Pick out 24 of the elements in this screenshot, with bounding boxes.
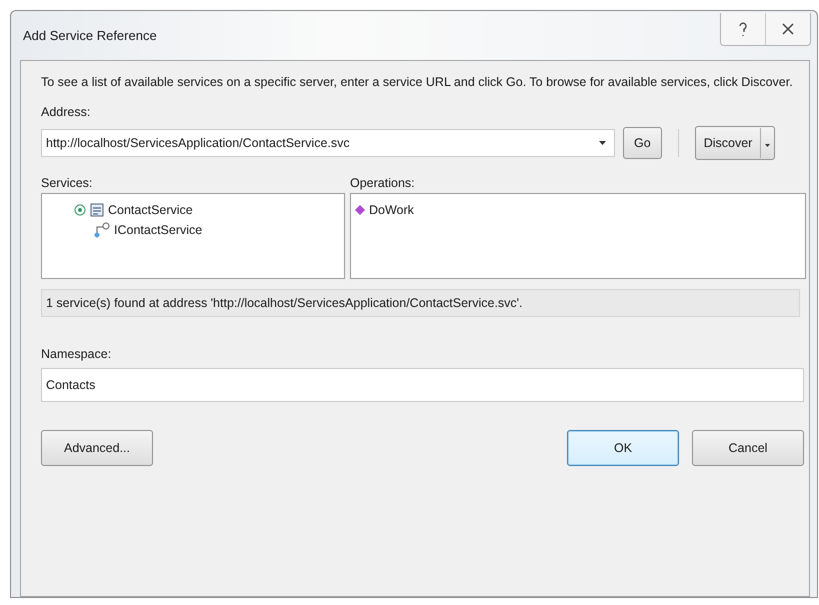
- dialog-button[interactable]: Cancel: [692, 430, 804, 466]
- method-icon: [355, 205, 365, 215]
- tree-item[interactable]: IContactService: [74, 220, 340, 240]
- service-icon: [90, 203, 104, 217]
- close-icon: [782, 23, 794, 35]
- go-button[interactable]: Go: [623, 127, 662, 159]
- dialog-button[interactable]: Advanced...: [41, 430, 153, 466]
- address-combo-box[interactable]: http://localhost/ServicesApplication/ContactService.svc: [41, 129, 615, 157]
- namespace-label: Namespace:: [41, 347, 112, 363]
- dialog-button[interactable]: OK: [567, 430, 679, 466]
- address-label: Address:: [41, 105, 92, 121]
- instruction-text: To see a list of available services on a specific server, enter a service URL and click Go. To browse for available services, click Discover.: [41, 74, 794, 91]
- dropdown-icon: [599, 141, 606, 145]
- interface-icon: [94, 222, 110, 238]
- window-title: Add Service Reference: [23, 28, 157, 43]
- help-icon: [738, 21, 748, 37]
- tree-item[interactable]: ContactService: [74, 200, 340, 220]
- services-label: Services:: [41, 176, 94, 190]
- dropdown-icon: [765, 144, 770, 147]
- operation-item[interactable]: DoWork: [355, 200, 801, 220]
- expanded-icon[interactable]: [74, 204, 86, 216]
- operations-label: Operations:: [350, 176, 416, 190]
- status-message: 1 service(s) found at address 'http://localhost/ServicesApplication/ContactService.svc'.: [41, 289, 800, 317]
- namespace-field[interactable]: Contacts: [41, 368, 804, 402]
